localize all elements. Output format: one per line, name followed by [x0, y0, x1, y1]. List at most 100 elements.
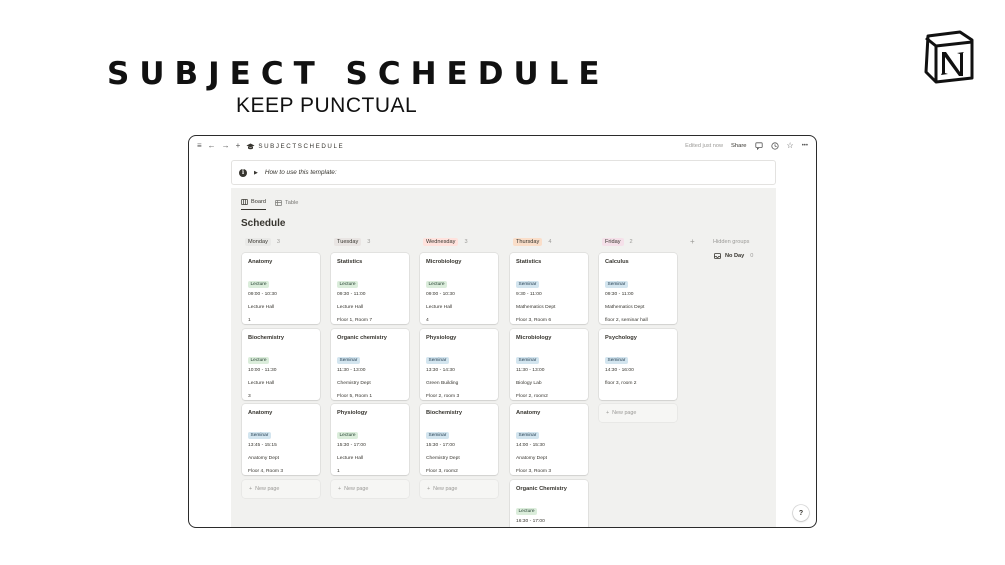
card-type-tag: Seminar — [248, 432, 271, 440]
schedule-card[interactable]: Physiology Lecture 15:30 - 17:00 Lecture Ha… — [331, 404, 409, 476]
notion-window: ≡ ← → + SUBJECTSCHEDULE Edited just now … — [188, 135, 817, 528]
board-column-tuesday: Tuesday 3 Statistics Lecture 09:30 - 11:00 Le… — [330, 236, 410, 499]
card-type-tag: Seminar — [516, 432, 539, 440]
column-header[interactable]: Friday 2 — [598, 236, 678, 248]
card-time: 14:30 - 16:00 — [605, 367, 634, 373]
card-place: Green Building — [426, 380, 459, 386]
card-title: Calculus — [605, 259, 629, 265]
card-time: 09:30 - 11:00 — [605, 292, 634, 297]
column-day-label: Tuesday — [334, 238, 362, 246]
card-time: 14:00 - 15:30 — [516, 443, 545, 449]
card-time: 09:00 - 10:30 — [248, 292, 277, 297]
column-header[interactable]: Thursday 4 — [509, 236, 589, 248]
new-page-button[interactable]: + New page — [331, 480, 409, 499]
board-column-monday: Monday 3 Anatomy Lecture 09:00 - 10:30 Lectur… — [241, 236, 321, 499]
schedule-card[interactable]: Anatomy Lecture 09:00 - 10:30 Lecture Hall 1 — [242, 253, 320, 324]
info-icon: i — [239, 168, 247, 177]
card-place: Anatomy Dept — [248, 456, 279, 462]
card-time: 15:30 - 17:00 — [426, 443, 455, 449]
tray-icon — [714, 253, 721, 259]
column-count: 3 — [464, 239, 468, 245]
star-icon[interactable]: ☆ — [787, 142, 794, 150]
card-place: Lecture Hall — [248, 305, 275, 310]
column-header[interactable]: Tuesday 3 — [330, 236, 410, 248]
breadcrumb[interactable]: SUBJECTSCHEDULE — [246, 143, 344, 150]
new-page-label: New page — [255, 486, 280, 493]
view-tabs: Board Table — [241, 199, 298, 210]
card-place: Lecture Hall — [426, 305, 453, 310]
clock-icon[interactable] — [770, 142, 779, 150]
help-button[interactable]: ? — [793, 505, 809, 521]
schedule-card[interactable]: Statistics Lecture 09:30 - 11:00 Lecture Ha… — [331, 253, 409, 324]
new-page-button[interactable]: + New page — [242, 480, 320, 499]
schedule-card[interactable]: Anatomy Seminar 13:45 - 15:15 Anatomy Dept F… — [242, 404, 320, 476]
card-place: Mathematics Dept — [605, 305, 645, 310]
forward-arrow-icon[interactable]: → — [222, 142, 230, 150]
new-page-button[interactable]: + New page — [420, 480, 498, 499]
card-time: 09:00 - 10:30 — [426, 292, 455, 297]
schedule-card[interactable]: Statistics Seminar 9:30 - 11:00 Mathematics… — [510, 253, 588, 324]
schedule-card[interactable]: Biochemistry Seminar 15:30 - 17:00 Chemistr… — [420, 404, 498, 476]
card-type-tag: Lecture — [516, 508, 537, 516]
share-button[interactable]: Share — [731, 143, 746, 149]
how-to-callout[interactable]: i ▶ How to use this template: — [231, 160, 776, 185]
board-title: Schedule — [241, 218, 286, 229]
schedule-card[interactable]: Calculus Seminar 09:30 - 11:00 Mathematics … — [599, 253, 677, 324]
new-page-button[interactable]: + New page — [599, 404, 677, 423]
card-title: Biochemistry — [248, 334, 285, 341]
schedule-card[interactable]: Microbiology Lecture 09:00 - 10:30 Lecture … — [420, 253, 498, 324]
plus-icon: + — [338, 486, 342, 493]
card-place: Biology Lab — [516, 380, 542, 386]
card-place: Mathematics Dept — [516, 305, 556, 310]
breadcrumb-label: SUBJECTSCHEDULE — [258, 142, 345, 150]
add-group-icon[interactable]: + — [690, 236, 695, 248]
column-header[interactable]: Monday 3 — [241, 236, 321, 248]
card-title: Statistics — [516, 259, 542, 265]
more-icon[interactable]: ••• — [802, 143, 808, 149]
schedule-card[interactable]: Biochemistry Lecture 10:00 - 11:30 Lecture … — [242, 328, 320, 400]
board-column-thursday: Thursday 4 Statistics Seminar 9:30 - 11:00 Ma… — [509, 236, 589, 527]
help-icon: ? — [798, 509, 804, 517]
schedule-card[interactable]: Anatomy Seminar 14:00 - 15:30 Anatomy Dept F… — [510, 404, 588, 476]
card-time: 11:30 - 13:00 — [516, 367, 545, 373]
card-title: Anatomy — [516, 410, 541, 417]
card-type-tag: Seminar — [516, 356, 539, 364]
hidden-groups-label[interactable]: Hidden groups — [713, 236, 749, 248]
schedule-card[interactable]: Physiology Seminar 13:30 - 14:30 Green Buil… — [420, 328, 498, 400]
card-title: Organic chemistry — [337, 334, 387, 341]
schedule-card[interactable]: Microbiology Seminar 11:30 - 13:00 Biology … — [510, 328, 588, 400]
card-title: Microbiology — [426, 259, 462, 265]
board-area: Board Table Schedule Monday 3 Anatomy Lectu… — [231, 188, 776, 527]
card-time: 16:30 - 17:00 — [516, 519, 545, 525]
top-bar: ≡ ← → + SUBJECTSCHEDULE Edited just now … — [189, 136, 816, 156]
menu-icon[interactable]: ≡ — [197, 142, 202, 150]
no-day-group[interactable]: No Day 0 — [714, 253, 753, 259]
schedule-card[interactable]: Organic chemistry Seminar 11:30 - 13:00 Che… — [331, 328, 409, 400]
card-place: Lecture Hall — [337, 456, 364, 462]
tab-table[interactable]: Table — [275, 199, 298, 210]
tab-board[interactable]: Board — [241, 199, 266, 210]
plus-icon: + — [427, 486, 431, 493]
comment-icon[interactable] — [754, 142, 763, 150]
schedule-card[interactable]: Psychology Seminar 14:30 - 16:00 floor 3, r… — [599, 328, 677, 400]
board-column-wednesday: Wednesday 3 Microbiology Lecture 09:00 - 10:… — [419, 236, 499, 499]
card-title: Anatomy — [248, 410, 273, 417]
column-header[interactable]: Wednesday 3 — [419, 236, 499, 248]
card-type-tag: Lecture — [248, 356, 269, 364]
card-title: Statistics — [337, 259, 363, 265]
page-root: SUBJECT SCHEDULE KEEP PUNCTUAL ≡ ← → + S… — [0, 0, 1005, 565]
add-icon[interactable]: + — [236, 142, 241, 150]
column-count: 2 — [629, 239, 633, 245]
schedule-card[interactable]: Organic Chemistry Lecture 16:30 - 17:00 — [510, 480, 588, 527]
card-type-tag: Lecture — [337, 432, 358, 440]
callout-text: How to use this template: — [264, 169, 337, 176]
back-arrow-icon[interactable]: ← — [208, 142, 216, 150]
column-count: 4 — [548, 239, 552, 245]
card-time: 13:30 - 14:30 — [426, 367, 455, 373]
toggle-arrow-icon[interactable]: ▶ — [254, 170, 258, 176]
card-title: Physiology — [426, 334, 457, 341]
card-type-tag: Seminar — [337, 356, 360, 364]
plus-icon: + — [606, 410, 610, 417]
new-page-label: New page — [344, 486, 369, 493]
column-day-label: Friday — [602, 238, 624, 246]
